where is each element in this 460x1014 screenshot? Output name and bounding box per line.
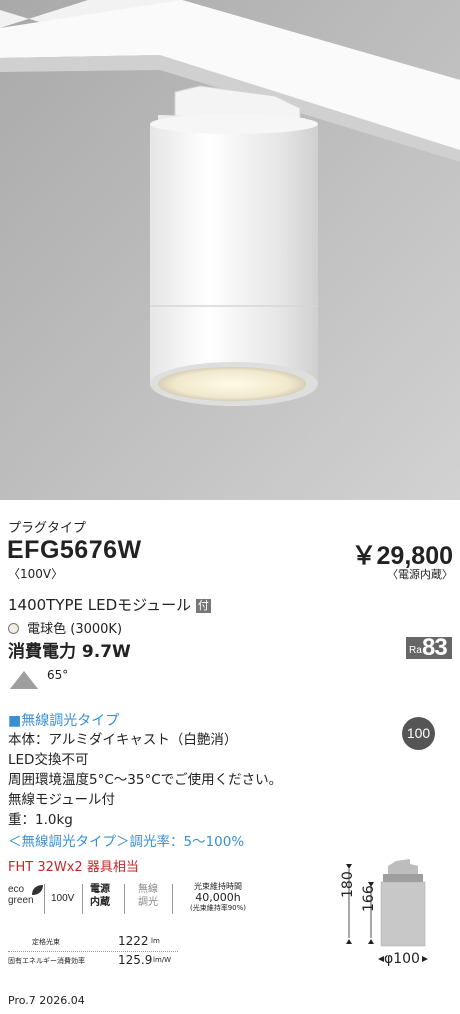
type-100-badge: 100 bbox=[402, 717, 435, 750]
price-note: 〈電源内蔵〉 bbox=[387, 568, 453, 581]
lifetime-note: (光束維持率90%) bbox=[189, 904, 247, 912]
type-text: 1400TYPE LEDモジュール bbox=[8, 596, 192, 614]
spec-label: 固有エネルギー消費効率 bbox=[8, 957, 85, 965]
feature-line: 重：1.0kg bbox=[8, 812, 73, 828]
features-list: 本体：アルミダイキャスト（白艶消） LED交換不可 周囲環境温度5°C〜35°C… bbox=[8, 730, 282, 830]
wireless-type-label: ■無線調光タイプ bbox=[8, 713, 120, 729]
dimming-rate: ＜無線調光タイプ＞調光率：5〜100% bbox=[8, 834, 245, 850]
lifetime-value: 40,000h bbox=[195, 891, 241, 904]
color-temp: 電球色 (3000K) bbox=[27, 622, 123, 637]
green-text: green bbox=[8, 895, 34, 906]
spec-value: 125.9 bbox=[118, 953, 153, 967]
wireless-top: 無線 bbox=[138, 884, 158, 895]
feature-line: 周囲環境温度5°C〜35°Cでご使用ください。 bbox=[8, 772, 283, 788]
divider bbox=[124, 884, 125, 914]
power-consumption: 消費電力 9.7W bbox=[8, 642, 131, 662]
feature-line: LED交換不可 bbox=[8, 752, 89, 768]
spec-value: 1222 bbox=[118, 934, 149, 948]
lifetime-icon: 光束維持時間 40,000h (光束維持率90%) bbox=[180, 881, 256, 914]
spec-row: 固有エネルギー消費効率 125.9 lm/W bbox=[8, 951, 178, 971]
included-tag: 付 bbox=[195, 598, 211, 613]
divider bbox=[44, 884, 45, 914]
category-label: プラグタイプ bbox=[8, 521, 87, 536]
power-bottom: 内蔵 bbox=[90, 897, 110, 908]
spec-row: 定格光束 1222 lm bbox=[8, 932, 178, 952]
ra-label: Ra bbox=[409, 645, 422, 656]
leaf-icon bbox=[32, 885, 43, 895]
spec-unit: lm bbox=[151, 937, 160, 945]
equivalent-fixture: FHT 32Wx2 器具相当 bbox=[8, 860, 139, 875]
spec-label: 定格光束 bbox=[32, 938, 60, 946]
beam-angle: 65° bbox=[47, 668, 69, 682]
divider bbox=[82, 884, 83, 914]
model-number: EFG5676W bbox=[7, 536, 142, 564]
feature-line: 無線モジュール付 bbox=[8, 792, 116, 808]
power-top: 電源 bbox=[90, 884, 110, 895]
color-temp-row: 電球色 (3000K) bbox=[8, 618, 122, 637]
power-builtin-icon: 電源 内蔵 bbox=[90, 883, 110, 909]
voltage-icon: 100V bbox=[51, 893, 75, 904]
beam-angle-icon bbox=[10, 671, 38, 689]
wireless-dimming-icon: 無線 調光 bbox=[138, 883, 158, 909]
diameter: φ100 bbox=[384, 951, 420, 967]
spec-unit: lm/W bbox=[153, 956, 172, 964]
wireless-bottom: 調光 bbox=[138, 897, 158, 908]
color-dot-icon bbox=[8, 623, 19, 634]
product-photo bbox=[0, 0, 460, 500]
ra-value: 83 bbox=[422, 634, 448, 661]
divider bbox=[172, 884, 173, 914]
footer-version: Pro.7 2026.04 bbox=[8, 994, 85, 1007]
feature-line: 本体：アルミダイキャスト（白艶消） bbox=[8, 732, 238, 748]
ra-badge: Ra 83 bbox=[406, 634, 452, 661]
height-166: 166 bbox=[361, 885, 377, 912]
height-180: 180 bbox=[340, 871, 356, 898]
type-line: 1400TYPE LEDモジュール 付 bbox=[8, 594, 211, 615]
eco-green-icon: eco green bbox=[8, 884, 48, 914]
voltage-label: 〈100V〉 bbox=[8, 567, 64, 581]
